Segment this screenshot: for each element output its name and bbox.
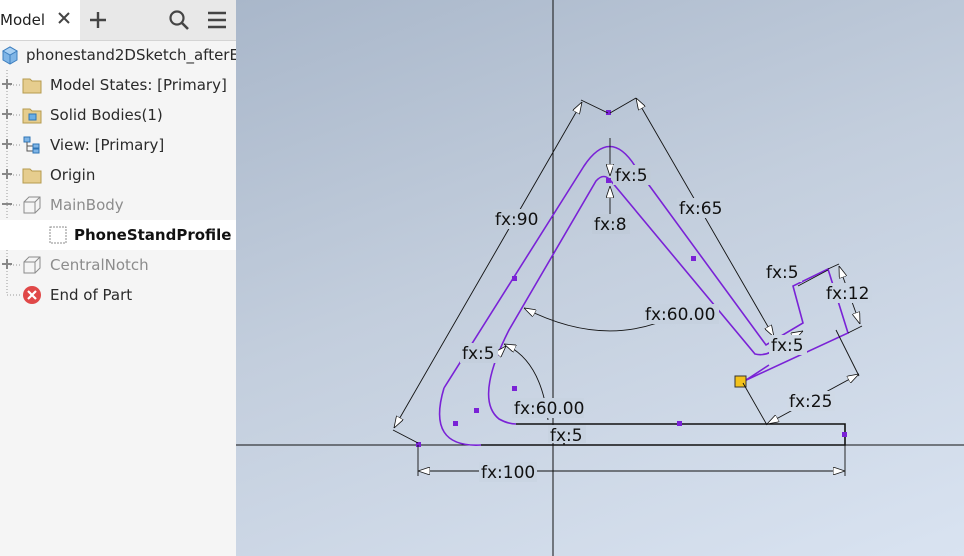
search-icon[interactable]	[168, 9, 190, 31]
close-icon[interactable]	[56, 10, 72, 26]
part-icon	[1, 46, 19, 65]
dim-label-fx5-top[interactable]: fx:5	[615, 166, 648, 186]
dim-label-fx5-bottom[interactable]: fx:5	[550, 426, 583, 446]
sketch-icon	[49, 226, 67, 244]
tree-node-label: CentralNotch	[50, 256, 149, 274]
extrusion-icon	[23, 256, 41, 274]
folder-icon	[22, 168, 42, 184]
tree-node-label: Origin	[50, 166, 96, 184]
browser-header: Model	[0, 0, 236, 41]
solid-bodies-folder-icon	[22, 108, 42, 124]
folder-icon	[22, 78, 42, 94]
dim-label-fx60-lower[interactable]: fx:60.00	[514, 399, 584, 419]
tree-node-centralnotch[interactable]: CentralNotch	[0, 250, 236, 280]
dimension-labels: fx:90 fx:65 fx:5 fx:8 fx:5 fx:12 fx:60.0…	[460, 165, 872, 483]
tree-node-model-states[interactable]: Model States: [Primary]	[0, 70, 236, 100]
dim-line-fx90[interactable]	[394, 102, 582, 428]
graphics-canvas[interactable]: fx:90 fx:65 fx:5 fx:8 fx:5 fx:12 fx:60.0…	[236, 0, 964, 556]
expand-plus-icon[interactable]	[1, 138, 13, 150]
dim-label-fx8[interactable]: fx:8	[594, 215, 627, 235]
tree-node-mainbody[interactable]: MainBody	[0, 190, 236, 220]
collapse-minus-icon[interactable]	[1, 198, 13, 210]
tree-node-label: Solid Bodies(1)	[50, 106, 163, 124]
sketch-point[interactable]	[677, 421, 682, 426]
tree-node-label: Model States: [Primary]	[50, 76, 227, 94]
phone-stand-profile[interactable]	[438, 145, 849, 446]
sketch-point[interactable]	[842, 432, 847, 437]
ext-line	[392, 429, 419, 444]
expand-plus-icon[interactable]	[1, 78, 13, 90]
base-plate[interactable]	[481, 423, 846, 446]
ext-line	[580, 99, 609, 114]
ext-line	[742, 382, 768, 426]
tree-node-label: View: [Primary]	[50, 136, 165, 154]
profile-corner-arc[interactable]	[438, 387, 482, 446]
tree-node-label: MainBody	[50, 196, 124, 214]
tree-node-phonestandprofile[interactable]: PhoneStandProfile	[0, 220, 236, 250]
tree-node-label: End of Part	[50, 286, 133, 304]
end-of-part-icon	[23, 286, 41, 304]
ext-line	[609, 97, 637, 114]
dim-label-fx100[interactable]: fx:100	[481, 463, 535, 483]
dim-label-fx65[interactable]: fx:65	[679, 199, 722, 219]
tree-node-end-of-part[interactable]: End of Part	[0, 280, 236, 310]
ext-line	[847, 325, 863, 334]
ext-line	[827, 263, 840, 270]
base-plate-edges[interactable]	[481, 423, 846, 446]
dim-label-fx5-left[interactable]: fx:5	[462, 344, 495, 364]
sketch-point[interactable]	[474, 408, 479, 413]
view-icon	[23, 136, 40, 154]
dim-label-fx5-mid[interactable]: fx:5	[771, 336, 804, 356]
tree-node-label: phonestand2DSketch_afterExt	[26, 46, 236, 64]
expand-plus-icon[interactable]	[1, 168, 13, 180]
tab-model[interactable]: Model	[0, 0, 80, 40]
tree-node-label: PhoneStandProfile	[74, 226, 232, 244]
dim-label-fx60-upper[interactable]: fx:60.00	[645, 305, 715, 325]
tree-node-origin[interactable]: Origin	[0, 160, 236, 190]
tree-node-part[interactable]: phonestand2DSketch_afterExt	[0, 40, 236, 70]
expand-plus-icon[interactable]	[1, 258, 13, 270]
sketch-point[interactable]	[606, 178, 611, 183]
sketch-point[interactable]	[512, 386, 517, 391]
tree-node-view[interactable]: View: [Primary]	[0, 130, 236, 160]
add-icon[interactable]	[87, 9, 109, 31]
extrusion-icon	[23, 196, 41, 214]
dim-label-fx90[interactable]: fx:90	[495, 210, 538, 230]
profile-short-segment[interactable]	[742, 364, 770, 383]
expand-plus-icon[interactable]	[1, 108, 13, 120]
sketch-dimensions	[392, 97, 863, 476]
model-browser: Model phonestand2DSketch_afterExt Model …	[0, 0, 236, 556]
dim-label-fx25[interactable]: fx:25	[789, 392, 832, 412]
dim-line-fx5-right[interactable]	[797, 269, 829, 287]
tree-node-solid-bodies[interactable]: Solid Bodies(1)	[0, 100, 236, 130]
tab-model-label: Model	[0, 11, 46, 29]
ext-line	[835, 329, 860, 377]
menu-icon[interactable]	[206, 9, 228, 31]
dim-label-fx12[interactable]: fx:12	[826, 284, 869, 304]
sketch-point[interactable]	[512, 276, 517, 281]
sketch-view[interactable]: fx:90 fx:65 fx:5 fx:8 fx:5 fx:12 fx:60.0…	[236, 0, 964, 556]
dim-label-fx5-right[interactable]: fx:5	[766, 263, 799, 283]
sketch-point[interactable]	[453, 421, 458, 426]
sketch-point[interactable]	[691, 256, 696, 261]
